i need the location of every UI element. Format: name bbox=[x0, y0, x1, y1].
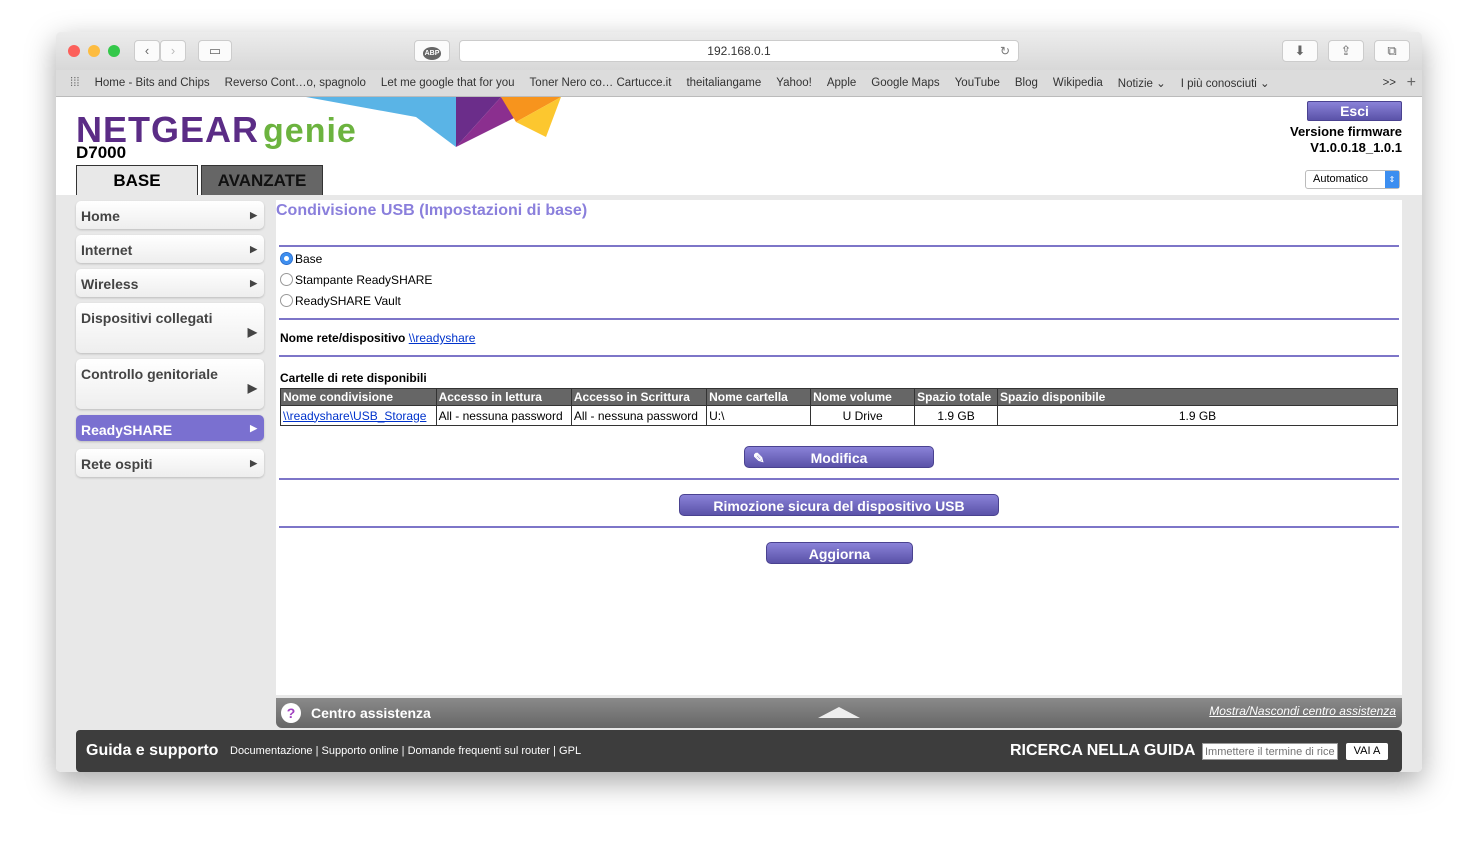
help-title: Centro assistenza bbox=[311, 705, 431, 721]
adblock-icon: ABP bbox=[422, 47, 442, 60]
bookmark[interactable]: Apple bbox=[827, 77, 856, 89]
radio-printer[interactable]: Stampante ReadySHARE bbox=[280, 273, 432, 287]
go-button[interactable]: VAI A bbox=[1346, 743, 1388, 760]
sidebar-item-home[interactable]: Home ▶ bbox=[76, 201, 264, 229]
col-header: Nome volume bbox=[810, 388, 916, 406]
divider bbox=[279, 245, 1399, 247]
cell: U:\ bbox=[706, 405, 812, 426]
select-arrows-icon: ⇕ bbox=[1385, 171, 1399, 188]
cell: 1.9 GB bbox=[997, 405, 1398, 426]
sidebar-item-readyshare[interactable]: ReadySHARE ▶ bbox=[76, 415, 264, 441]
help-icon: ? bbox=[281, 703, 301, 723]
downloads-icon[interactable]: ⬇ bbox=[1282, 40, 1318, 62]
sidebar-toggle-icon[interactable]: ▭ bbox=[198, 40, 232, 62]
faq-link[interactable]: Domande frequenti sul router bbox=[408, 745, 550, 757]
bookmark[interactable]: Wikipedia bbox=[1053, 77, 1103, 89]
divider bbox=[279, 318, 1399, 320]
close-window-button[interactable] bbox=[68, 45, 80, 57]
bookmark[interactable]: Yahoo! bbox=[776, 77, 812, 89]
bookmarks-overflow[interactable]: >> bbox=[1383, 77, 1396, 89]
search-label: RICERCA NELLA GUIDA bbox=[1010, 742, 1196, 759]
radio-base[interactable]: Base bbox=[280, 252, 322, 266]
cell: All - nessuna password bbox=[570, 405, 708, 426]
sidebar-item-internet[interactable]: Internet ▶ bbox=[76, 235, 264, 263]
bookmark[interactable]: theitaliangame bbox=[686, 77, 761, 89]
divider bbox=[279, 526, 1399, 528]
sidebar-item-parental[interactable]: Controllo genitoriale ▶ bbox=[76, 359, 264, 409]
language-select[interactable]: Automatico ⇕ bbox=[1305, 170, 1400, 189]
sidebar-item-wireless[interactable]: Wireless ▶ bbox=[76, 269, 264, 297]
logout-button[interactable]: Esci bbox=[1307, 101, 1402, 121]
minimize-window-button[interactable] bbox=[88, 45, 100, 57]
table-header: Nome condivisione Accesso in lettura Acc… bbox=[280, 388, 1398, 406]
share-icon[interactable]: ⇪ bbox=[1328, 40, 1364, 62]
reload-icon[interactable]: ↻ bbox=[1000, 41, 1010, 62]
folders-table: Nome condivisione Accesso in lettura Acc… bbox=[280, 388, 1398, 426]
cell: 1.9 GB bbox=[914, 405, 998, 426]
col-header: Spazio disponibile bbox=[997, 388, 1398, 406]
edit-button[interactable]: ✎ Modifica bbox=[744, 446, 934, 468]
refresh-button[interactable]: Aggiorna bbox=[766, 542, 913, 564]
bookmarks-bar: ⁞⁞⁞ Home - Bits and Chips Reverso Cont…o… bbox=[56, 70, 1422, 97]
tabs-icon[interactable]: ⧉ bbox=[1374, 40, 1410, 62]
browser-toolbar: ‹ › ▭ ABP 192.168.0.1 ↻ ⬇ ⇪ ⧉ bbox=[56, 32, 1422, 70]
url-text: 192.168.0.1 bbox=[707, 44, 771, 58]
col-header: Accesso in lettura bbox=[435, 388, 572, 406]
router-page: NETGEAR genie D7000 BASE AVANZATE Esci Ve… bbox=[56, 97, 1422, 772]
footer: Guida e supporto Documentazione | Suppor… bbox=[76, 730, 1402, 772]
help-center-bar: ? Centro assistenza Mostra/Nascondi cent… bbox=[276, 698, 1402, 728]
browser-window: ‹ › ▭ ABP 192.168.0.1 ↻ ⬇ ⇪ ⧉ ⁞⁞⁞ Home - … bbox=[56, 32, 1422, 772]
bookmark[interactable]: YouTube bbox=[955, 77, 1000, 89]
col-header: Nome condivisione bbox=[280, 388, 437, 406]
support-link[interactable]: Supporto online bbox=[322, 745, 399, 757]
col-header: Nome cartella bbox=[706, 388, 812, 406]
main-panel: Condivisione USB (Impostazioni di base) … bbox=[276, 200, 1402, 695]
share-link[interactable]: \\readyshare\USB_Storage bbox=[283, 409, 426, 423]
bookmark-folder[interactable]: I più conosciuti ⌄ bbox=[1181, 76, 1270, 90]
expand-arrow-icon[interactable] bbox=[818, 707, 860, 718]
page-title: Condivisione USB (Impostazioni di base) bbox=[276, 202, 588, 219]
divider bbox=[279, 355, 1399, 357]
help-toggle-link[interactable]: Mostra/Nascondi centro assistenza bbox=[1209, 704, 1396, 718]
adblock-button[interactable]: ABP bbox=[414, 40, 450, 62]
tab-base[interactable]: BASE bbox=[76, 165, 198, 195]
bookmark-folder[interactable]: Notizie ⌄ bbox=[1118, 76, 1166, 90]
forward-button[interactable]: › bbox=[160, 40, 186, 62]
docs-link[interactable]: Documentazione bbox=[230, 745, 313, 757]
bookmark[interactable]: Google Maps bbox=[871, 77, 939, 89]
sidebar-item-devices[interactable]: Dispositivi collegati ▶ bbox=[76, 303, 264, 353]
bookmark[interactable]: Let me google that for you bbox=[381, 77, 515, 89]
gpl-link[interactable]: GPL bbox=[559, 745, 581, 757]
net-name-label: Nome rete/dispositivo bbox=[280, 331, 406, 345]
new-tab-icon[interactable]: + bbox=[1407, 74, 1416, 92]
bookmark[interactable]: Home - Bits and Chips bbox=[95, 77, 210, 89]
pencil-icon: ✎ bbox=[753, 450, 765, 466]
bookmark[interactable]: Blog bbox=[1015, 77, 1038, 89]
model-name: D7000 bbox=[76, 143, 127, 162]
footer-title: Guida e supporto bbox=[86, 742, 219, 759]
address-bar[interactable]: 192.168.0.1 ↻ bbox=[459, 40, 1019, 62]
divider bbox=[279, 478, 1399, 480]
cell: U Drive bbox=[810, 405, 916, 426]
bookmark[interactable]: Reverso Cont…o, spagnolo bbox=[225, 77, 366, 89]
search-input[interactable] bbox=[1202, 743, 1338, 760]
grid-icon[interactable]: ⁞⁞⁞ bbox=[70, 77, 80, 89]
net-name-link[interactable]: \\readyshare bbox=[409, 331, 476, 345]
bookmark[interactable]: Toner Nero co… Cartucce.it bbox=[530, 77, 672, 89]
table-row: \\readyshare\USB_Storage All - nessuna p… bbox=[280, 405, 1398, 426]
tab-avanzate[interactable]: AVANZATE bbox=[201, 165, 323, 195]
col-header: Spazio totale bbox=[914, 388, 998, 406]
sidebar-item-guest[interactable]: Rete ospiti ▶ bbox=[76, 449, 264, 477]
cell: All - nessuna password bbox=[435, 405, 572, 426]
safe-remove-button[interactable]: Rimozione sicura del dispositivo USB bbox=[679, 494, 999, 516]
firmware-info: Versione firmware V1.0.0.18_1.0.1 bbox=[1290, 124, 1402, 155]
col-header: Accesso in Scrittura bbox=[570, 388, 708, 406]
folders-label: Cartelle di rete disponibili bbox=[280, 371, 427, 385]
maximize-window-button[interactable] bbox=[108, 45, 120, 57]
back-button[interactable]: ‹ bbox=[134, 40, 160, 62]
radio-vault[interactable]: ReadySHARE Vault bbox=[280, 294, 401, 308]
